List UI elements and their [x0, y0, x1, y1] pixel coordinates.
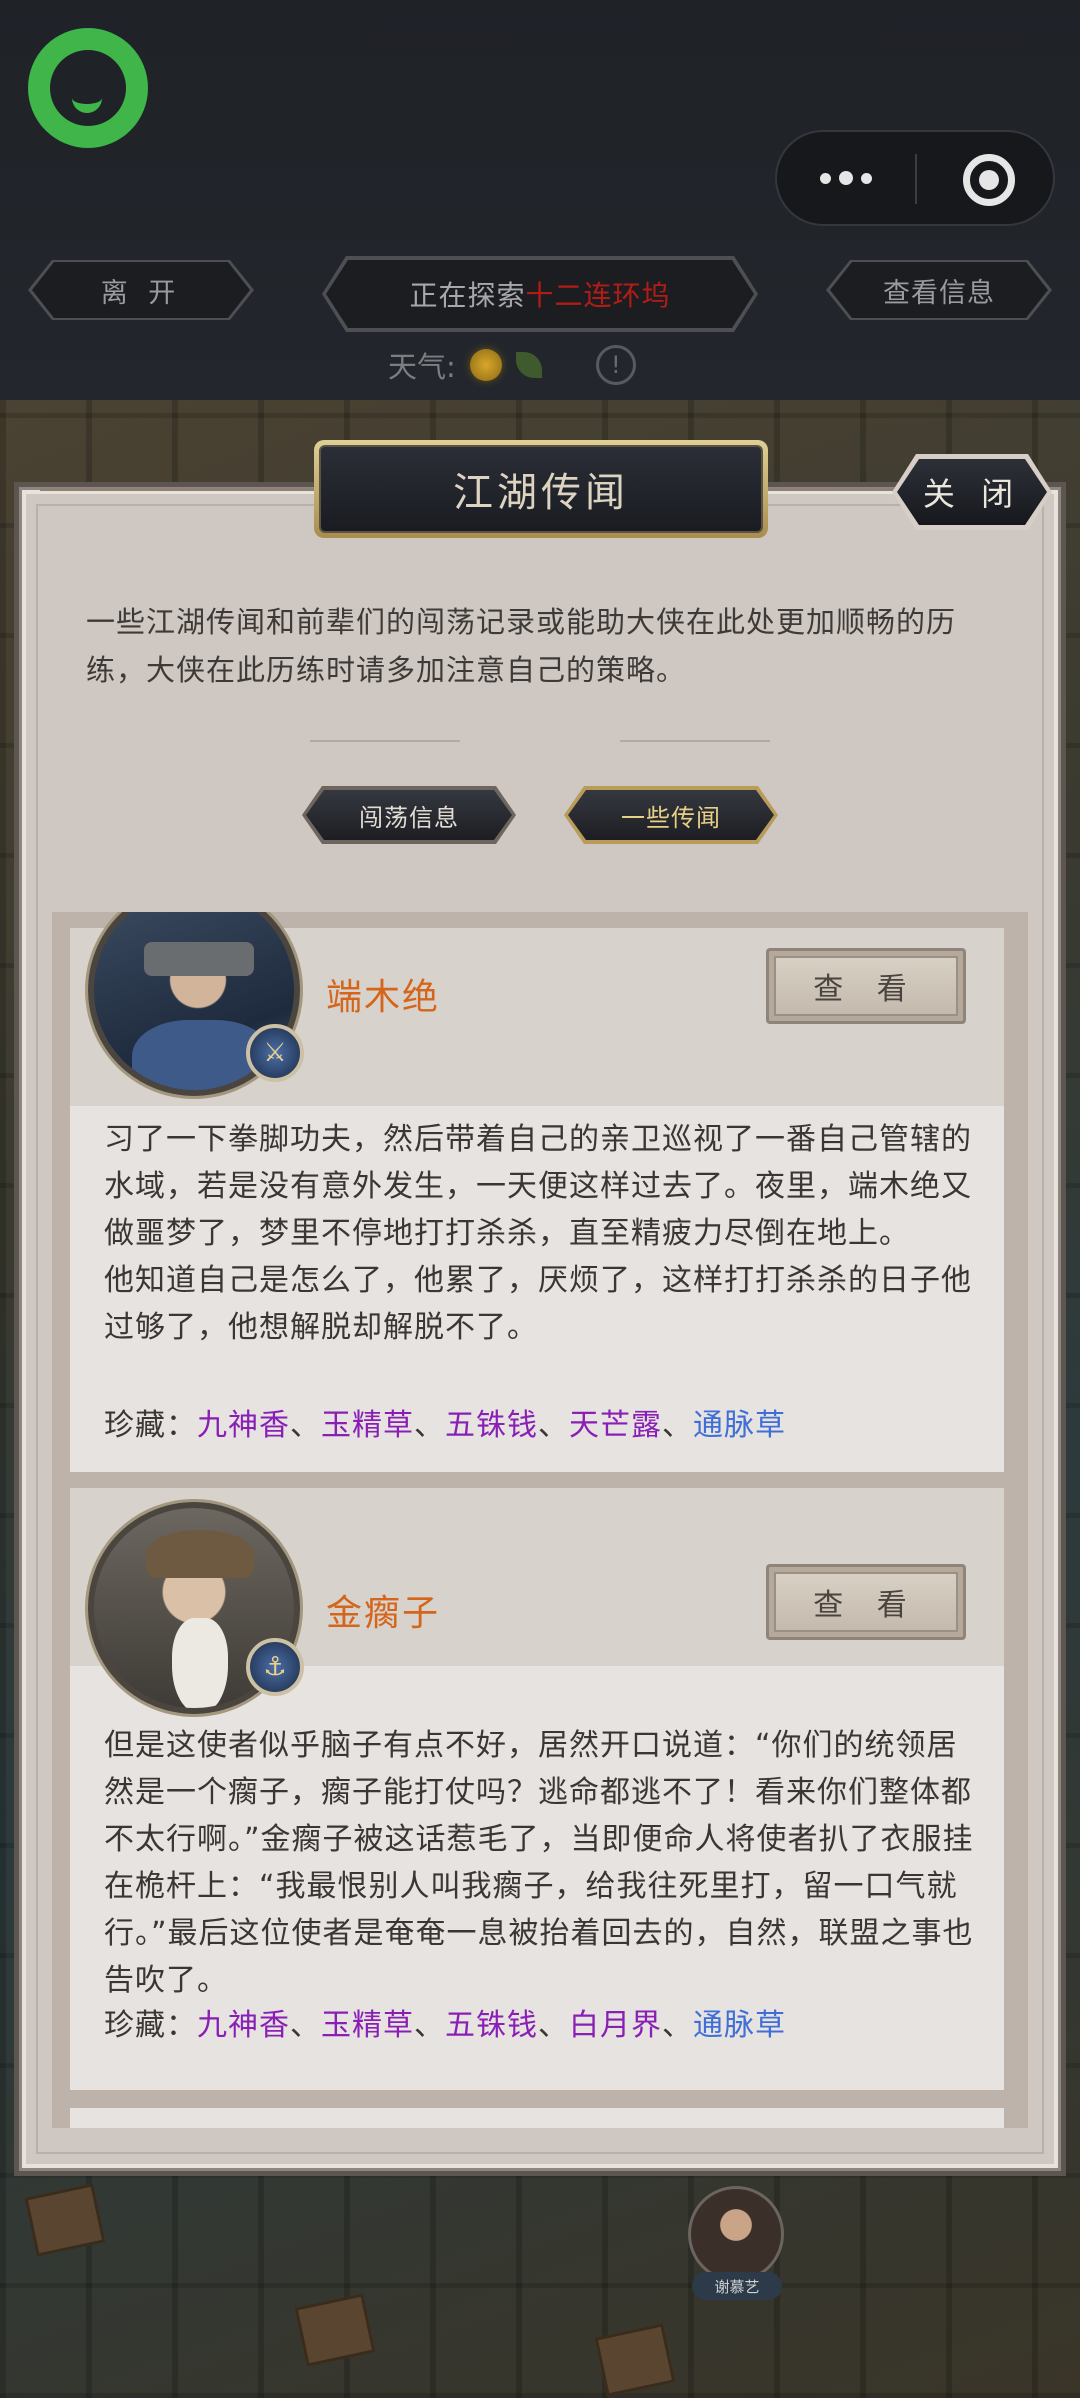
tab-roam-info-label: 闯荡信息 [306, 790, 512, 840]
rumor-list[interactable]: ⚔ 端木绝 查 看 习了一下拳脚功夫，然后带着自己的亲卫巡视了一番自己管辖的水域… [52, 912, 1028, 2128]
view-button[interactable]: 查 看 [766, 948, 966, 1024]
view-info-button[interactable]: 查看信息 [830, 262, 1048, 318]
npc-name-tag: 谢慕艺 [692, 2272, 782, 2300]
exploring-banner: 正在探索 十二连环坞 [326, 260, 754, 328]
exploring-location: 十二连环坞 [525, 279, 671, 312]
more-options-icon[interactable] [777, 132, 915, 224]
exploring-prefix: 正在探索 [409, 279, 526, 312]
treasure-item[interactable]: 玉精草 [321, 2008, 414, 2043]
divider-flourish-right [620, 740, 770, 742]
npc-avatar[interactable] [688, 2186, 784, 2282]
treasure-item[interactable]: 五铢钱 [445, 2008, 538, 2043]
treasure-item[interactable]: 通脉草 [693, 1408, 786, 1443]
tab-rumors[interactable]: 一些传闻 [564, 786, 778, 844]
tab-roam-info[interactable]: 闯荡信息 [302, 786, 516, 844]
capsule-menu [775, 130, 1055, 226]
view-button[interactable]: 查 看 [766, 1564, 966, 1640]
leaf-icon [515, 352, 542, 378]
character-name: 金瘸子 [326, 1593, 441, 1634]
close-miniprogram-icon[interactable] [963, 154, 1015, 206]
treasure-line: 珍藏：九神香、玉精草、五铢钱、天芒露、通脉草 [104, 1408, 786, 1443]
treasure-item[interactable]: 九神香 [197, 2008, 290, 2043]
top-bar: 离 开 正在探索 十二连环坞 查看信息 天气: ! [0, 0, 1080, 400]
view-button-label: 查 看 [774, 1572, 958, 1632]
title-rule-right [752, 488, 902, 491]
character-name: 端木绝 [326, 977, 441, 1018]
weather-label: 天气: [388, 350, 456, 384]
character-story: 习了一下拳脚功夫，然后带着自己的亲卫巡视了一番自己管辖的水域，若是没有意外发生，… [104, 1122, 972, 1345]
treasure-item[interactable]: 天芒露 [569, 1408, 662, 1443]
treasure-item[interactable]: 五铢钱 [445, 1408, 538, 1443]
dialog-title-plate: 江湖传闻 [314, 440, 768, 538]
character-story: 但是这使者似乎脑子有点不好，居然开口说道：“你们的统领居然是一个瘸子，瘸子能打仗… [104, 1728, 974, 1998]
treasure-item[interactable]: 玉精草 [321, 1408, 414, 1443]
list-item: ⚔ 端木绝 查 看 习了一下拳脚功夫，然后带着自己的亲卫巡视了一番自己管辖的水域… [70, 912, 1004, 1472]
title-rule-left [40, 488, 330, 491]
warning-icon[interactable]: ! [595, 345, 636, 385]
divider-flourish-left [310, 740, 460, 742]
dialog-title: 江湖传闻 [319, 445, 763, 533]
treasure-line: 珍藏：九神香、玉精草、五铢钱、白月界、通脉草 [104, 2008, 786, 2043]
leave-button[interactable]: 离 开 [32, 262, 250, 318]
treasure-item[interactable]: 白月界 [569, 2008, 662, 2043]
tab-rumors-label: 一些传闻 [568, 790, 774, 840]
treasure-label: 珍藏： [104, 1408, 197, 1443]
mini-program-logo-icon [28, 28, 148, 148]
treasure-label: 珍藏： [104, 2008, 197, 2043]
treasure-item[interactable]: 通脉草 [693, 2008, 786, 2043]
close-button-label: 关 闭 [897, 459, 1047, 525]
capsule-divider [915, 154, 917, 204]
list-item: ⚓ 金瘸子 查 看 但是这使者似乎脑子有点不好，居然开口说道：“你们的统领居然是… [70, 1488, 1004, 2090]
list-item [70, 2108, 1004, 2128]
hook-badge-icon: ⚓ [246, 1638, 304, 1696]
weather-row: 天气: ! [388, 345, 636, 385]
sun-icon [469, 349, 502, 381]
close-button[interactable]: 关 闭 [892, 454, 1052, 530]
view-button-label: 查 看 [774, 956, 958, 1016]
sword-badge-icon: ⚔ [246, 1024, 304, 1082]
treasure-item[interactable]: 九神香 [197, 1408, 290, 1443]
intro-text: 一些江湖传闻和前辈们的闯荡记录或能助大侠在此处更加顺畅的历练，大侠在此历练时请多… [86, 605, 957, 687]
